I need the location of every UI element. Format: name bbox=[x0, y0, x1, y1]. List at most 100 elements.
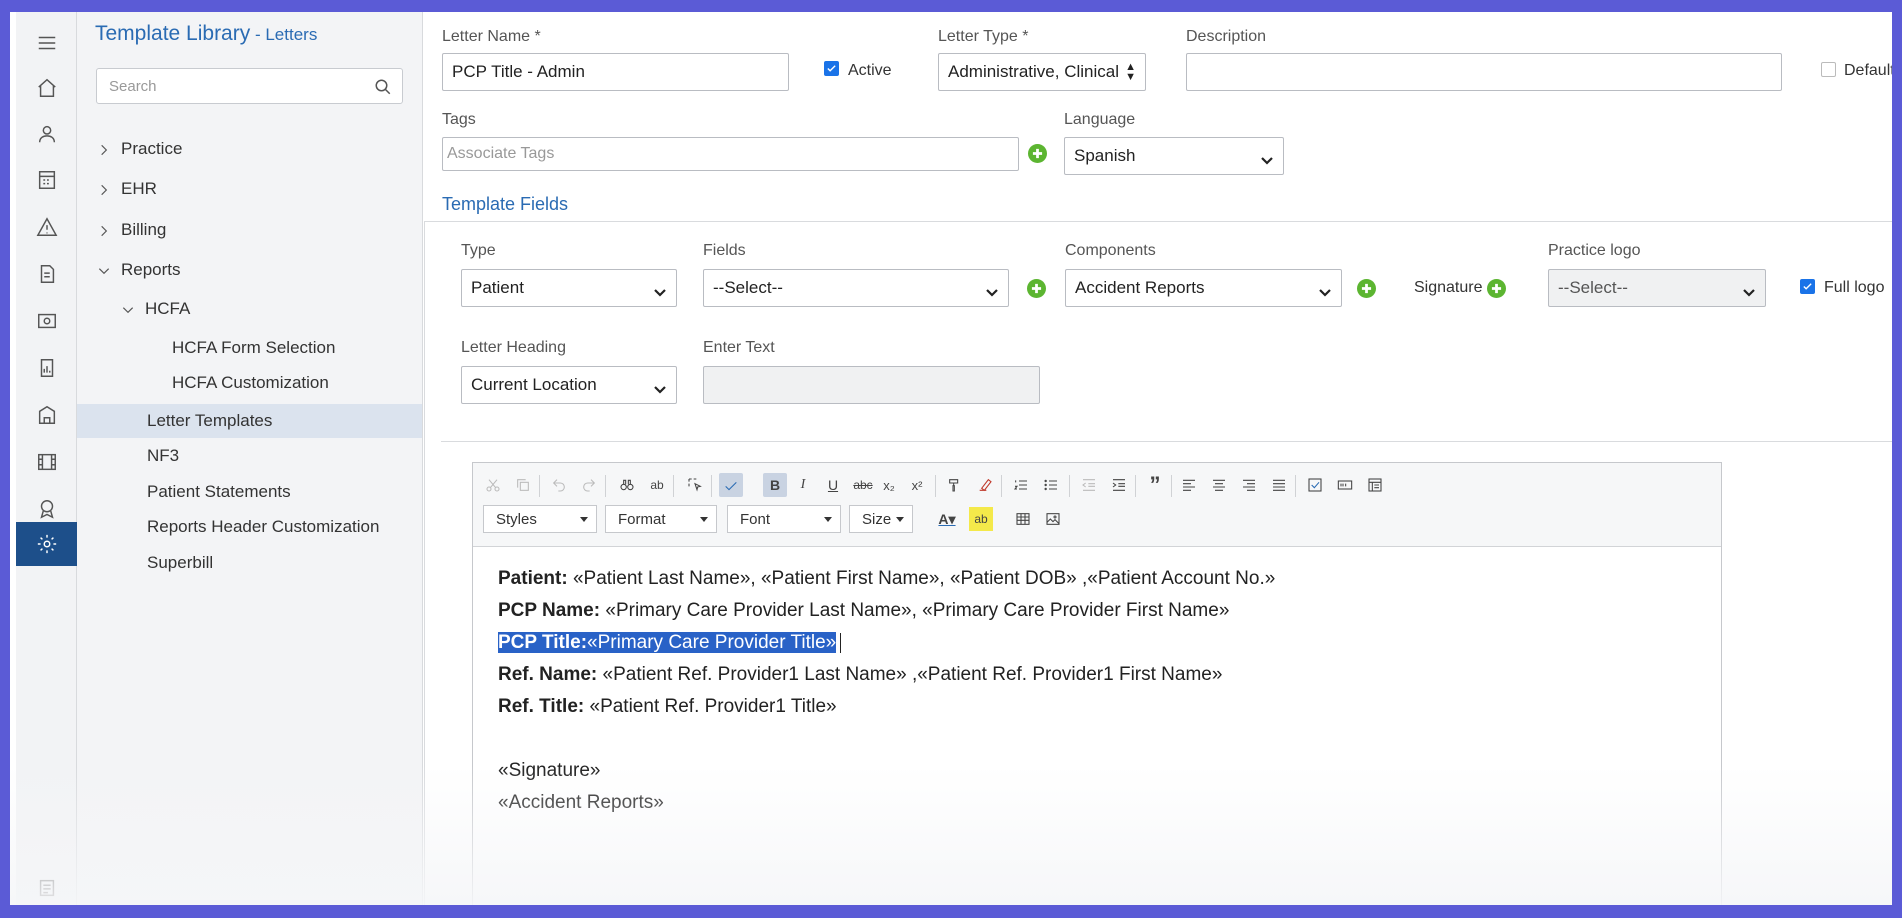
description-input[interactable] bbox=[1186, 53, 1782, 91]
indent-icon[interactable] bbox=[1107, 473, 1131, 497]
notes-icon[interactable] bbox=[16, 866, 77, 905]
superscript-icon[interactable]: x² bbox=[905, 473, 929, 497]
tree-item-label: Reports Header Customization bbox=[147, 517, 380, 536]
font-label: Font bbox=[740, 510, 771, 528]
size-dropdown[interactable]: Size bbox=[849, 505, 913, 533]
type-label: Type bbox=[461, 242, 496, 259]
redo-icon[interactable] bbox=[577, 473, 601, 497]
strikethrough-icon[interactable]: abc bbox=[851, 473, 875, 497]
cut-icon[interactable] bbox=[481, 473, 505, 497]
text-color-icon[interactable]: A▾ bbox=[935, 507, 959, 531]
letter-type-value: Administrative, Clinical bbox=[948, 62, 1119, 81]
chevron-down-icon bbox=[97, 263, 111, 277]
template-icon[interactable] bbox=[1363, 473, 1387, 497]
search-box bbox=[96, 68, 403, 104]
home-icon[interactable] bbox=[16, 66, 77, 110]
letter-name-input[interactable]: PCP Title - Admin bbox=[442, 53, 789, 91]
outdent-icon[interactable] bbox=[1077, 473, 1101, 497]
tree-item-label: Reports bbox=[121, 260, 181, 279]
styles-dropdown[interactable]: Styles bbox=[483, 505, 597, 533]
bold-icon[interactable]: B bbox=[763, 473, 787, 497]
undo-icon[interactable] bbox=[547, 473, 571, 497]
remove-format-icon[interactable] bbox=[973, 473, 997, 497]
numbered-list-icon[interactable] bbox=[1009, 473, 1033, 497]
tree-item-hcfa-customization[interactable]: HCFA Customization bbox=[172, 366, 329, 400]
components-select[interactable]: Accident Reports bbox=[1065, 269, 1342, 307]
align-right-icon[interactable] bbox=[1237, 473, 1261, 497]
underline-icon[interactable]: U bbox=[821, 473, 845, 497]
justify-icon[interactable] bbox=[1267, 473, 1291, 497]
add-component-icon[interactable] bbox=[1357, 279, 1376, 298]
bulleted-list-icon[interactable] bbox=[1039, 473, 1063, 497]
letter-heading-label: Letter Heading bbox=[461, 339, 566, 356]
italic-icon[interactable]: I bbox=[791, 473, 815, 497]
background-color-icon[interactable]: ab bbox=[969, 507, 993, 531]
tree-item-patient-statements[interactable]: Patient Statements bbox=[147, 475, 291, 509]
subscript-icon[interactable]: x₂ bbox=[877, 473, 901, 497]
add-tag-icon[interactable] bbox=[1028, 144, 1047, 163]
tree-item-ehr[interactable]: EHR bbox=[97, 172, 157, 206]
format-dropdown[interactable]: Format bbox=[605, 505, 717, 533]
menu-icon[interactable] bbox=[16, 21, 77, 65]
fields-select[interactable]: --Select-- bbox=[703, 269, 1009, 307]
tree-item-superbill[interactable]: Superbill bbox=[147, 546, 213, 580]
copy-icon[interactable] bbox=[511, 473, 535, 497]
format-label: Format bbox=[618, 510, 666, 528]
patient-line: Patient: «Patient Last Name», «Patient F… bbox=[498, 563, 1275, 595]
editor-content[interactable]: Patient: «Patient Last Name», «Patient F… bbox=[498, 563, 1275, 819]
full-logo-label: Full logo bbox=[1824, 279, 1885, 296]
tree-item-letter-templates[interactable]: Letter Templates bbox=[77, 404, 422, 438]
tags-label: Tags bbox=[442, 111, 476, 128]
table-icon[interactable] bbox=[1011, 507, 1035, 531]
replace-icon[interactable]: ab bbox=[645, 473, 669, 497]
tree-item-billing[interactable]: Billing bbox=[97, 213, 166, 247]
line-text: «Primary Care Provider Title» bbox=[587, 632, 837, 653]
default-checkbox[interactable] bbox=[1821, 62, 1836, 77]
billing-icon[interactable] bbox=[16, 299, 77, 343]
search-icon[interactable] bbox=[374, 78, 392, 96]
tree-item-reports-header-customization[interactable]: Reports Header Customization bbox=[147, 510, 379, 544]
spellcheck-icon[interactable] bbox=[719, 473, 743, 497]
ref-title-line: Ref. Title: «Patient Ref. Provider1 Titl… bbox=[498, 691, 1275, 723]
settings-icon[interactable] bbox=[16, 522, 77, 566]
tags-input[interactable]: Associate Tags bbox=[442, 137, 1019, 171]
default-label: Default bbox=[1844, 62, 1892, 79]
tree-item-practice[interactable]: Practice bbox=[97, 132, 182, 166]
reports-icon[interactable] bbox=[16, 346, 77, 390]
font-dropdown[interactable]: Font bbox=[727, 505, 841, 533]
find-icon[interactable] bbox=[615, 473, 639, 497]
document-icon[interactable] bbox=[16, 252, 77, 296]
tree-item-label: NF3 bbox=[147, 446, 180, 465]
blockquote-icon[interactable]: ” bbox=[1143, 472, 1167, 497]
add-signature-icon[interactable] bbox=[1487, 279, 1506, 298]
alert-icon[interactable] bbox=[16, 205, 77, 249]
calendar-icon[interactable] bbox=[16, 158, 77, 202]
language-select[interactable]: Spanish bbox=[1064, 137, 1284, 175]
film-icon[interactable] bbox=[16, 440, 77, 484]
image-icon[interactable] bbox=[1041, 507, 1065, 531]
search-input[interactable] bbox=[97, 69, 357, 103]
tree-item-reports[interactable]: Reports bbox=[97, 253, 181, 287]
enter-text-input[interactable] bbox=[703, 366, 1040, 404]
select-all-icon[interactable] bbox=[683, 473, 707, 497]
add-field-icon[interactable] bbox=[1027, 279, 1046, 298]
letter-type-select[interactable]: Administrative, Clinical ▲ ▼ bbox=[938, 53, 1146, 91]
tree-item-hcfa-form-selection[interactable]: HCFA Form Selection bbox=[172, 331, 335, 365]
full-logo-checkbox[interactable] bbox=[1800, 279, 1815, 294]
tree-item-hcfa[interactable]: HCFA bbox=[121, 292, 190, 326]
ref-name-line: Ref. Name: «Patient Ref. Provider1 Last … bbox=[498, 659, 1275, 691]
copy-format-icon[interactable] bbox=[943, 473, 967, 497]
practice-logo-select[interactable]: --Select-- bbox=[1548, 269, 1766, 307]
checkbox-field-icon[interactable] bbox=[1303, 473, 1327, 497]
letter-heading-select[interactable]: Current Location bbox=[461, 366, 677, 404]
align-center-icon[interactable] bbox=[1207, 473, 1231, 497]
active-checkbox[interactable] bbox=[824, 61, 839, 76]
building-icon[interactable] bbox=[16, 393, 77, 437]
tree-item-label: HCFA Customization bbox=[172, 373, 329, 392]
type-select[interactable]: Patient bbox=[461, 269, 677, 307]
user-icon[interactable] bbox=[16, 112, 77, 156]
text-field-icon[interactable] bbox=[1333, 473, 1357, 497]
tree-item-nf3[interactable]: NF3 bbox=[147, 439, 179, 473]
align-left-icon[interactable] bbox=[1177, 473, 1201, 497]
